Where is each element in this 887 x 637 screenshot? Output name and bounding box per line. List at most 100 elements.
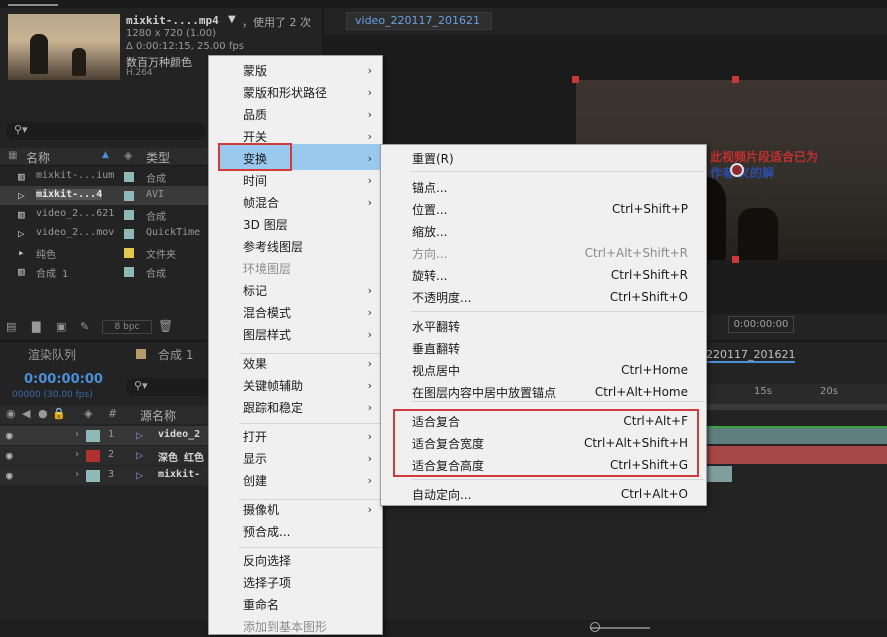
- context-menu-item[interactable]: 显示 ›: [209, 447, 382, 469]
- menu-item-label: 选择子项: [243, 575, 292, 590]
- anchor-point-icon[interactable]: [730, 163, 744, 177]
- source-name-header[interactable]: 源名称: [140, 407, 176, 424]
- timeline-search[interactable]: ⚲▾: [126, 378, 212, 396]
- submenu-arrow-icon: ›: [367, 195, 372, 209]
- tab-comp-2[interactable]: 220117_201621: [706, 348, 796, 363]
- context-menu-item[interactable]: 环境图层: [209, 257, 382, 279]
- menu-item-shortcut: Ctrl+Alt+Shift+R: [584, 246, 688, 260]
- transform-menu-item[interactable]: 垂直翻转: [381, 337, 706, 359]
- context-menu-item[interactable]: 摄像机 ›: [209, 498, 382, 520]
- pen-icon[interactable]: ✎: [80, 320, 89, 333]
- new-folder-icon[interactable]: ▇: [32, 320, 40, 333]
- context-menu-item[interactable]: 蒙版和形状路径 ›: [209, 81, 382, 103]
- transform-menu-item[interactable]: 旋转... Ctrl+Shift+R: [381, 264, 706, 286]
- context-menu-item[interactable]: 帧混合 ›: [209, 191, 382, 213]
- context-menu-item[interactable]: 品质 ›: [209, 103, 382, 125]
- item-label-swatch[interactable]: [124, 267, 134, 277]
- transform-menu-item[interactable]: 自动定向... Ctrl+Alt+O: [381, 483, 706, 505]
- expand-arrow-icon[interactable]: ›: [74, 449, 80, 460]
- layer-bar[interactable]: [706, 466, 732, 482]
- menu-item-label: 不透明度...: [412, 290, 472, 305]
- transform-menu-item[interactable]: 水平翻转: [381, 315, 706, 337]
- new-comp-icon[interactable]: ▣: [56, 320, 66, 333]
- context-menu-item[interactable]: 跟踪和稳定 ›: [209, 396, 382, 418]
- context-menu-item[interactable]: 参考线图层: [209, 235, 382, 257]
- menu-item-label: 水平翻转: [412, 319, 461, 334]
- context-menu-item[interactable]: 添加到基本图形: [209, 615, 382, 637]
- zoom-slider-handle[interactable]: [590, 622, 600, 632]
- menu-item-shortcut: Ctrl+Shift+O: [609, 290, 688, 304]
- context-menu-item[interactable]: 关键帧辅助 ›: [209, 374, 382, 396]
- context-menu-item[interactable]: 3D 图层: [209, 213, 382, 235]
- context-menu-item[interactable]: 打开 ›: [209, 425, 382, 447]
- layer-context-menu: 蒙版 › 蒙版和形状路径 › 品质 › 开关 › 变换 › 时间 › 帧混合 › 3D 图层 参考线图层 环境图…: [208, 55, 383, 635]
- timeline-timecode[interactable]: 0:00:00:00: [24, 372, 103, 387]
- type-column-header[interactable]: 类型: [146, 149, 170, 166]
- transform-menu-item[interactable]: 方向... Ctrl+Alt+Shift+R: [381, 242, 706, 264]
- eye-icon[interactable]: ◉: [6, 469, 13, 482]
- tab-render-queue[interactable]: 渲染队列: [28, 346, 76, 363]
- context-menu-item[interactable]: 重命名: [209, 593, 382, 615]
- layer-bar[interactable]: [706, 446, 887, 464]
- layer-row[interactable]: ◉ › 1 ▷ video_2: [0, 426, 210, 445]
- eye-icon[interactable]: ◉: [6, 429, 13, 442]
- item-type: 合成: [146, 174, 166, 185]
- item-label-swatch[interactable]: [124, 229, 134, 239]
- transform-menu-item[interactable]: 锚点...: [381, 176, 706, 198]
- item-label-swatch[interactable]: [124, 172, 134, 182]
- viewer-tab[interactable]: video_220117_201621: [346, 12, 492, 30]
- context-menu-item[interactable]: 蒙版 ›: [209, 59, 382, 81]
- layer-label-swatch[interactable]: [86, 430, 100, 442]
- layer-handle[interactable]: [732, 76, 739, 83]
- menu-item-label: 蒙版: [243, 63, 268, 78]
- name-column-header[interactable]: 名称: [26, 149, 50, 166]
- context-menu-item[interactable]: 标记 ›: [209, 279, 382, 301]
- search-field[interactable]: ⚲▾: [6, 122, 206, 140]
- layer-row[interactable]: ◉ › 3 ▷ mixkit-: [0, 466, 210, 485]
- menu-item-label: 混合模式: [243, 305, 292, 320]
- transform-menu-item[interactable]: 位置... Ctrl+Shift+P: [381, 198, 706, 220]
- usage-count: ，使用了 2 次: [242, 16, 311, 29]
- layer-row[interactable]: ◉ › 2 ▷ 深色 红色: [0, 446, 210, 465]
- item-label-swatch[interactable]: [124, 191, 134, 201]
- bpc-button[interactable]: 8 bpc: [102, 320, 152, 334]
- tab-comp-1[interactable]: 合成 1: [158, 346, 193, 363]
- layer-bar[interactable]: [706, 426, 887, 444]
- menu-item-label: 位置...: [412, 202, 448, 217]
- menu-item-label: 关键帧辅助: [243, 378, 304, 393]
- transform-menu-item[interactable]: 在图层内容中居中放置锚点 Ctrl+Alt+Home: [381, 381, 706, 403]
- trash-icon[interactable]: 🗑: [158, 319, 173, 333]
- context-menu-item[interactable]: 混合模式 ›: [209, 301, 382, 323]
- context-menu-item[interactable]: 选择子项: [209, 571, 382, 593]
- eye-icon[interactable]: ◉: [6, 449, 13, 462]
- viewer-timecode[interactable]: 0:00:00:00: [728, 316, 794, 333]
- interpret-footage-icon[interactable]: ▤: [6, 320, 16, 333]
- transform-menu-item[interactable]: 不透明度... Ctrl+Shift+O: [381, 286, 706, 308]
- layer-label-swatch[interactable]: [86, 450, 100, 462]
- transform-menu-item[interactable]: 缩放...: [381, 220, 706, 242]
- context-menu-item[interactable]: 预合成...: [209, 520, 382, 542]
- layer-handle[interactable]: [572, 76, 579, 83]
- dropdown-arrow-icon[interactable]: ▼: [228, 14, 236, 25]
- context-menu-item[interactable]: 效果 ›: [209, 352, 382, 374]
- expand-arrow-icon[interactable]: ›: [74, 429, 80, 440]
- menu-item-label: 标记: [243, 283, 268, 298]
- layer-label-swatch[interactable]: [86, 470, 100, 482]
- transform-menu-item[interactable]: 重置(R): [381, 147, 706, 169]
- context-menu-item[interactable]: 创建 ›: [209, 469, 382, 491]
- item-label-swatch[interactable]: [124, 210, 134, 220]
- menu-item-label: 时间: [243, 173, 268, 188]
- transform-menu-item[interactable]: 视点居中 Ctrl+Home: [381, 359, 706, 381]
- work-area-bar[interactable]: [706, 404, 887, 410]
- menu-item-label: 开关: [243, 129, 268, 144]
- menu-item-label: 效果: [243, 356, 268, 371]
- timeline-bottom-bar: [0, 620, 887, 637]
- layer-handle[interactable]: [732, 256, 739, 263]
- context-menu-item[interactable]: 时间 ›: [209, 169, 382, 191]
- item-label-swatch[interactable]: [124, 248, 134, 258]
- context-menu-item[interactable]: 图层样式 ›: [209, 323, 382, 345]
- expand-arrow-icon[interactable]: ›: [74, 469, 80, 480]
- context-menu-item[interactable]: 反向选择: [209, 549, 382, 571]
- item-name: mixkit-...ium: [36, 170, 115, 181]
- submenu-arrow-icon: ›: [367, 63, 372, 77]
